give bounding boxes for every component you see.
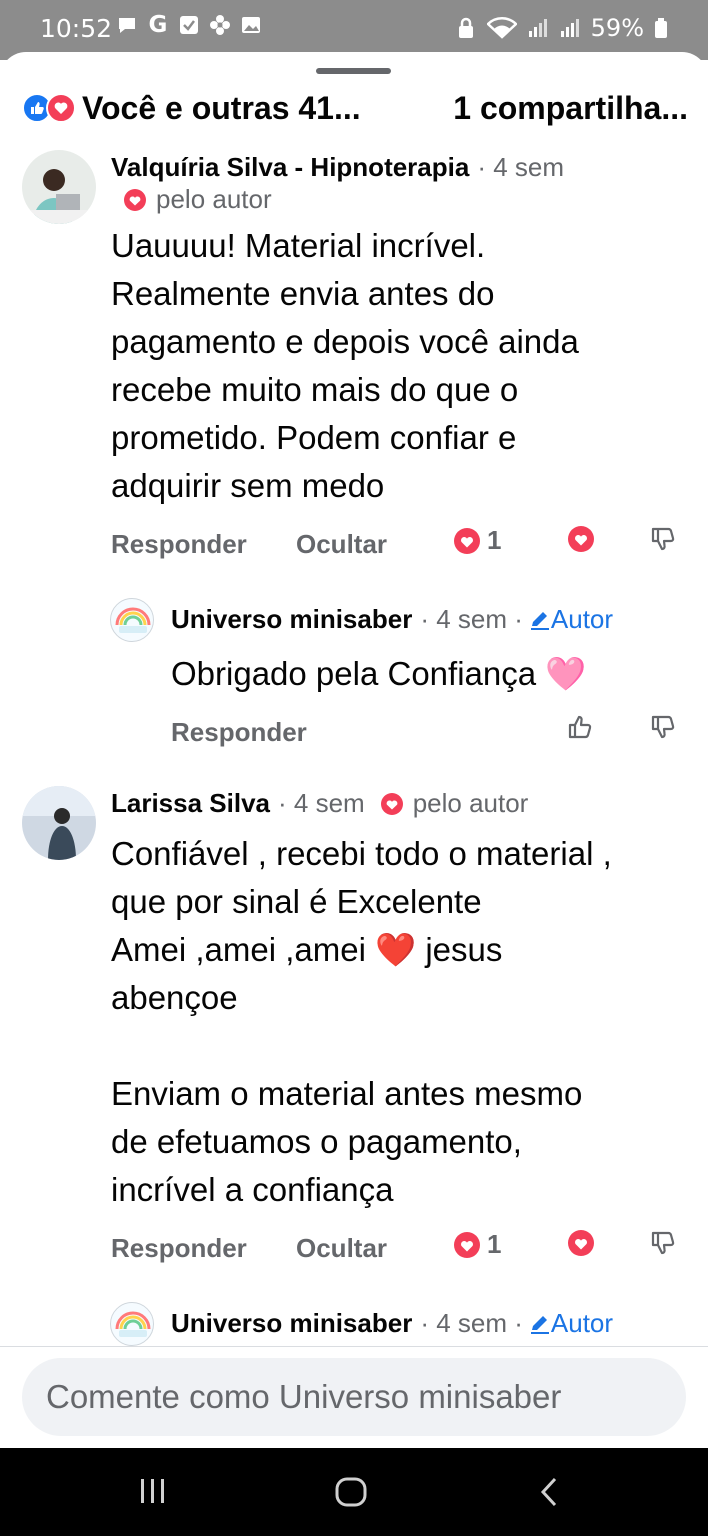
dislike-button[interactable]: [649, 1229, 677, 1257]
comments-sheet: Você e outras 41... 1 compartilha... Val…: [0, 52, 708, 1448]
reaction-count-value: 1: [487, 525, 502, 555]
notification-icons: G: [116, 12, 262, 38]
page-avatar[interactable]: [110, 1302, 154, 1346]
status-right: 59%: [455, 14, 668, 42]
comment-body: Uauuuu! Material incrível. Realmente env…: [111, 222, 579, 510]
reply-time[interactable]: · 4 sem ·: [420, 604, 523, 635]
comment-line: de efetuamos o pagamento,: [111, 1123, 522, 1160]
comment-line: adquirir sem medo: [111, 467, 385, 504]
heart-outline-icon: [122, 187, 148, 213]
comment-author[interactable]: Larissa Silva: [111, 788, 270, 819]
comment-body: Confiável , recebi todo o material , que…: [111, 830, 612, 1214]
back-button[interactable]: [538, 1476, 560, 1508]
comment-input[interactable]: Comente como Universo minisaber: [22, 1358, 686, 1436]
reply-button[interactable]: Responder: [111, 529, 247, 560]
comment-author[interactable]: Valquíria Silva - Hipnoterapia: [111, 152, 469, 183]
reaction-icons: [22, 93, 76, 123]
love-button[interactable]: [567, 525, 595, 553]
status-bar: 10:52 G 59%: [0, 0, 708, 60]
comment-header: Valquíria Silva - Hipnoterapia · 4 sem: [111, 152, 564, 183]
comment-line: [111, 1022, 612, 1070]
comment-input-placeholder: Comente como Universo minisaber: [46, 1378, 562, 1415]
comment-line: Uauuuu! Material incrível.: [111, 227, 486, 264]
comment-actions: Responder Ocultar 1: [111, 525, 681, 563]
page-avatar[interactable]: [110, 598, 154, 642]
hide-button[interactable]: Ocultar: [296, 1233, 387, 1264]
love-button[interactable]: [567, 1229, 595, 1257]
reply-author[interactable]: Universo minisaber: [171, 1308, 412, 1339]
status-time: 10:52: [40, 14, 113, 43]
comment-line: Enviam o material antes mesmo: [111, 1075, 583, 1112]
battery-percent: 59%: [590, 14, 644, 42]
flower-icon: [209, 14, 231, 36]
reply-button[interactable]: Responder: [111, 1233, 247, 1264]
love-icon: [46, 93, 76, 123]
signal-icon: [527, 17, 549, 39]
author-badge: Autor: [529, 604, 613, 635]
by-author-label: pelo autor: [156, 184, 272, 214]
recents-button[interactable]: [138, 1476, 168, 1506]
wifi-icon: [486, 17, 517, 39]
reply-actions: Responder: [171, 715, 681, 751]
author-reaction: pelo autor: [122, 184, 272, 215]
pencil-icon: [529, 609, 551, 631]
reply-button[interactable]: Responder: [171, 717, 307, 748]
love-icon: [453, 527, 481, 555]
reply-header: Universo minisaber · 4 sem · Autor: [171, 1308, 613, 1339]
love-icon: [453, 1231, 481, 1259]
reply-header: Universo minisaber · 4 sem · Autor: [171, 604, 613, 635]
avatar[interactable]: [22, 150, 96, 224]
comment-line: Amei ,amei ,amei ❤️ jesus: [111, 931, 503, 968]
comment-line: recebe muito mais do que o: [111, 371, 519, 408]
comment-line: incrível a confiança: [111, 1171, 394, 1208]
author-badge-label: Autor: [550, 1308, 614, 1338]
avatar[interactable]: [22, 786, 96, 860]
comment-line: Realmente envia antes do: [111, 275, 495, 312]
comment-line: abençoe: [111, 979, 238, 1016]
like-button[interactable]: [566, 713, 594, 741]
reaction-count[interactable]: 1: [453, 525, 501, 556]
comment-line: que por sinal é Excelente: [111, 883, 482, 920]
author-badge: Autor: [529, 1308, 613, 1339]
reply-body: Obrigado pela Confiança 🩷: [171, 650, 586, 698]
system-nav-bar: [0, 1448, 708, 1536]
heart-outline-icon: [379, 791, 405, 817]
reaction-count[interactable]: 1: [453, 1229, 501, 1260]
composer-divider: [0, 1346, 708, 1347]
by-author-label: pelo autor: [412, 788, 529, 818]
drag-handle[interactable]: [316, 68, 391, 74]
chat-icon: [116, 14, 138, 36]
reply-author[interactable]: Universo minisaber: [171, 604, 412, 635]
comment-actions: Responder Ocultar 1: [111, 1229, 681, 1267]
google-icon: G: [148, 12, 168, 38]
comment-time[interactable]: · 4 sem: [477, 152, 564, 183]
reply-text: Obrigado pela Confiança 🩷: [171, 655, 587, 692]
lock-icon: [455, 17, 477, 39]
reply-time[interactable]: · 4 sem ·: [420, 1308, 523, 1339]
comment-line: prometido. Podem confiar e: [111, 419, 517, 456]
signal-icon: [559, 17, 581, 39]
reactions-summary[interactable]: Você e outras 41... 1 compartilha...: [22, 88, 688, 128]
comment-header: Larissa Silva · 4 sem pelo autor: [111, 788, 528, 819]
shares-text[interactable]: 1 compartilha...: [453, 90, 688, 127]
pencil-icon: [529, 1313, 551, 1335]
comment-line: Confiável , recebi todo o material ,: [111, 835, 612, 872]
reactions-text: Você e outras 41...: [82, 89, 361, 126]
comment-line: pagamento e depois você ainda: [111, 323, 579, 360]
dislike-button[interactable]: [649, 713, 677, 741]
image-icon: [240, 14, 262, 36]
reaction-count-value: 1: [487, 1229, 502, 1259]
comment-time[interactable]: · 4 sem: [278, 788, 365, 819]
home-button[interactable]: [334, 1476, 368, 1508]
battery-icon: [654, 17, 668, 39]
author-badge-label: Autor: [550, 604, 614, 634]
hide-button[interactable]: Ocultar: [296, 529, 387, 560]
check-icon: [178, 14, 200, 36]
dislike-button[interactable]: [649, 525, 677, 553]
